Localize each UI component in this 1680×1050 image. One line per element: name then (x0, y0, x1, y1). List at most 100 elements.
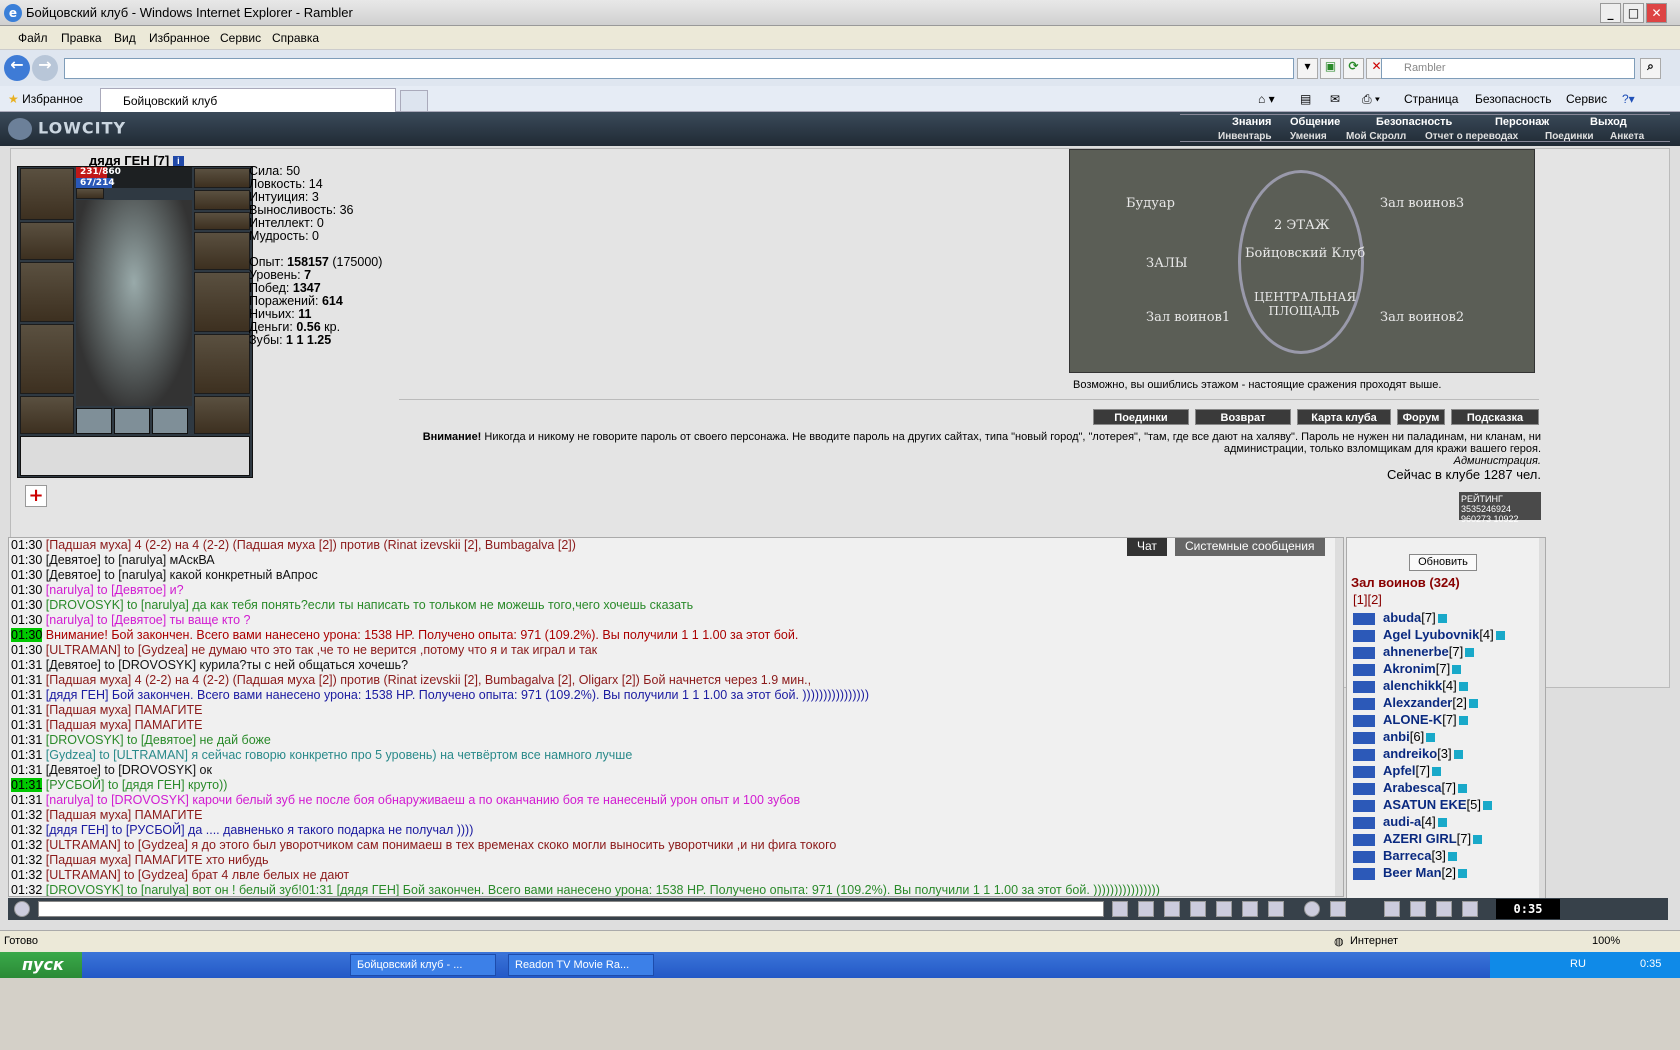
boots-slot[interactable] (194, 396, 250, 434)
chat-time[interactable]: 01:30 (11, 613, 42, 627)
back-icon[interactable]: ← (4, 55, 30, 81)
private-message-icon[interactable] (1353, 833, 1375, 846)
chat-time[interactable]: 01:30 (11, 538, 42, 552)
user-name[interactable]: ahnenerbe (1383, 644, 1449, 659)
user-list-item[interactable]: Barreca[3] (1353, 848, 1457, 863)
user-list-item[interactable]: Beer Man[2] (1353, 865, 1467, 880)
user-name[interactable]: andreiko (1383, 746, 1437, 761)
favorites-button[interactable]: ★ Избранное (8, 92, 83, 106)
user-info-icon[interactable] (1473, 835, 1483, 845)
chat-time[interactable]: 01:30 (11, 568, 42, 582)
chat-time[interactable]: 01:30 (11, 643, 42, 657)
url-input[interactable] (64, 58, 1294, 79)
chat-time[interactable]: 01:31 (11, 703, 42, 717)
chat-time[interactable]: 01:31 (11, 763, 42, 777)
user-name[interactable]: ASATUN EKE (1383, 797, 1467, 812)
user-list-item[interactable]: ASATUN EKE[5] (1353, 797, 1493, 812)
tab-system-messages[interactable]: Системные сообщения (1175, 538, 1325, 556)
chat-time[interactable]: 01:32 (11, 868, 42, 882)
nav-security[interactable]: Безопасность (1376, 116, 1452, 128)
private-message-icon[interactable] (1353, 663, 1375, 676)
user-list-item[interactable]: Arabesca[7] (1353, 780, 1468, 795)
private-message-icon[interactable] (1353, 714, 1375, 727)
refresh-icon[interactable]: ⟳ (1343, 58, 1364, 79)
menu-tools[interactable]: Сервис (220, 31, 261, 45)
sound-icon[interactable] (1268, 901, 1284, 917)
user-list-item[interactable]: Agel Lyubovnik[4] (1353, 627, 1505, 642)
map-label-halls[interactable]: ЗАЛЫ (1146, 256, 1188, 271)
private-message-icon[interactable] (1353, 782, 1375, 795)
chat-time[interactable]: 01:31 (11, 778, 43, 792)
forward-icon[interactable]: → (32, 55, 58, 81)
menu-file[interactable]: Файл (18, 31, 48, 45)
character-avatar[interactable] (76, 200, 192, 406)
private-message-icon[interactable] (1353, 799, 1375, 812)
private-message-icon[interactable] (1353, 850, 1375, 863)
menu-help[interactable]: Справка (272, 31, 319, 45)
user-list-item[interactable]: Akronim[7] (1353, 661, 1462, 676)
minimize-button[interactable]: _ (1600, 3, 1621, 23)
map-label-square[interactable]: ЦЕНТРАЛЬНАЯ ПЛОЩАДЬ (1254, 290, 1356, 318)
user-list-item[interactable]: anbi[6] (1353, 729, 1436, 744)
user-list-item[interactable]: audi-a[4] (1353, 814, 1447, 829)
nav-knowledge[interactable]: Знания (1232, 116, 1271, 128)
rune-slot-2[interactable] (114, 408, 150, 434)
helmet-slot[interactable] (20, 168, 74, 220)
chat-time[interactable]: 01:30 (11, 583, 42, 597)
club-map-button[interactable]: Карта клуба (1297, 409, 1391, 425)
chat-time[interactable]: 01:32 (11, 853, 42, 867)
search-icon[interactable]: ⌕ (1640, 58, 1661, 79)
language-indicator[interactable]: RU (1570, 958, 1586, 970)
tab-fight-club[interactable]: Бойцовский клуб (100, 88, 396, 112)
nav-scroll[interactable]: Мой Скролл (1346, 131, 1406, 142)
armor-slot[interactable] (20, 324, 74, 394)
user-name[interactable]: Agel Lyubovnik (1383, 627, 1479, 642)
nav-duels[interactable]: Поединки (1545, 131, 1594, 142)
safety-menu[interactable]: Безопасность (1475, 92, 1552, 106)
user-list-item[interactable]: Apfel[7] (1353, 763, 1441, 778)
user-name[interactable]: Akronim (1383, 661, 1436, 676)
dropdown-icon[interactable]: ▾ (1297, 58, 1318, 79)
bag-slots[interactable] (20, 436, 250, 476)
maximize-button[interactable]: □ (1623, 3, 1644, 23)
private-message-icon[interactable] (1353, 629, 1375, 642)
nav-skills[interactable]: Умения (1290, 131, 1327, 142)
amulet-slot[interactable] (194, 190, 250, 210)
chat-time[interactable]: 01:30 (11, 553, 42, 567)
help-icon[interactable]: ?▾ (1622, 92, 1635, 106)
user-list-item[interactable]: alenchikk[4] (1353, 678, 1468, 693)
map-label-hall2[interactable]: Зал воинов2 (1380, 310, 1464, 325)
bracers-slot[interactable] (20, 222, 74, 260)
user-info-icon[interactable] (1458, 682, 1468, 692)
zoom-level[interactable]: 100% (1592, 935, 1620, 947)
home-icon[interactable]: ⌂ ▾ (1258, 92, 1275, 106)
rune-slot-1[interactable] (76, 408, 112, 434)
taskbar-item-readon[interactable]: Readon TV Movie Ra... (508, 954, 654, 976)
user-name[interactable]: ALONE-K (1383, 712, 1442, 727)
private-message-icon[interactable] (1353, 697, 1375, 710)
user-info-icon[interactable] (1495, 631, 1505, 641)
map-label-hall3[interactable]: Зал воинов3 (1380, 196, 1464, 211)
rune-slot-3[interactable] (152, 408, 188, 434)
user-name[interactable]: Barreca (1383, 848, 1431, 863)
legs-slot[interactable] (194, 334, 250, 394)
user-name[interactable]: abuda (1383, 610, 1421, 625)
chat-scrollbar[interactable] (1335, 538, 1343, 896)
nav-transfers[interactable]: Отчет о переводах (1425, 131, 1518, 142)
user-info-icon[interactable] (1437, 614, 1447, 624)
forum-button[interactable]: Форум (1397, 409, 1445, 425)
chat-time[interactable]: 01:32 (11, 838, 42, 852)
send-icon[interactable] (1112, 901, 1128, 917)
lock-icon[interactable] (1436, 901, 1452, 917)
earrings-slot[interactable] (194, 168, 250, 188)
chat-time[interactable]: 01:31 (11, 733, 42, 747)
chat-time[interactable]: 01:31 (11, 673, 42, 687)
nav-character[interactable]: Персонаж (1495, 116, 1549, 128)
club-map[interactable]: Будуар 2 ЭТАЖ Зал воинов3 Бойцовский Клу… (1069, 149, 1535, 373)
user-info-icon[interactable] (1453, 750, 1463, 760)
private-message-icon[interactable] (1353, 612, 1375, 625)
close-button[interactable]: ✕ (1646, 3, 1667, 23)
user-list-item[interactable]: AZERI GIRL[7] (1353, 831, 1483, 846)
mail-icon[interactable]: ✉ (1330, 92, 1340, 106)
private-message-icon[interactable] (1353, 816, 1375, 829)
